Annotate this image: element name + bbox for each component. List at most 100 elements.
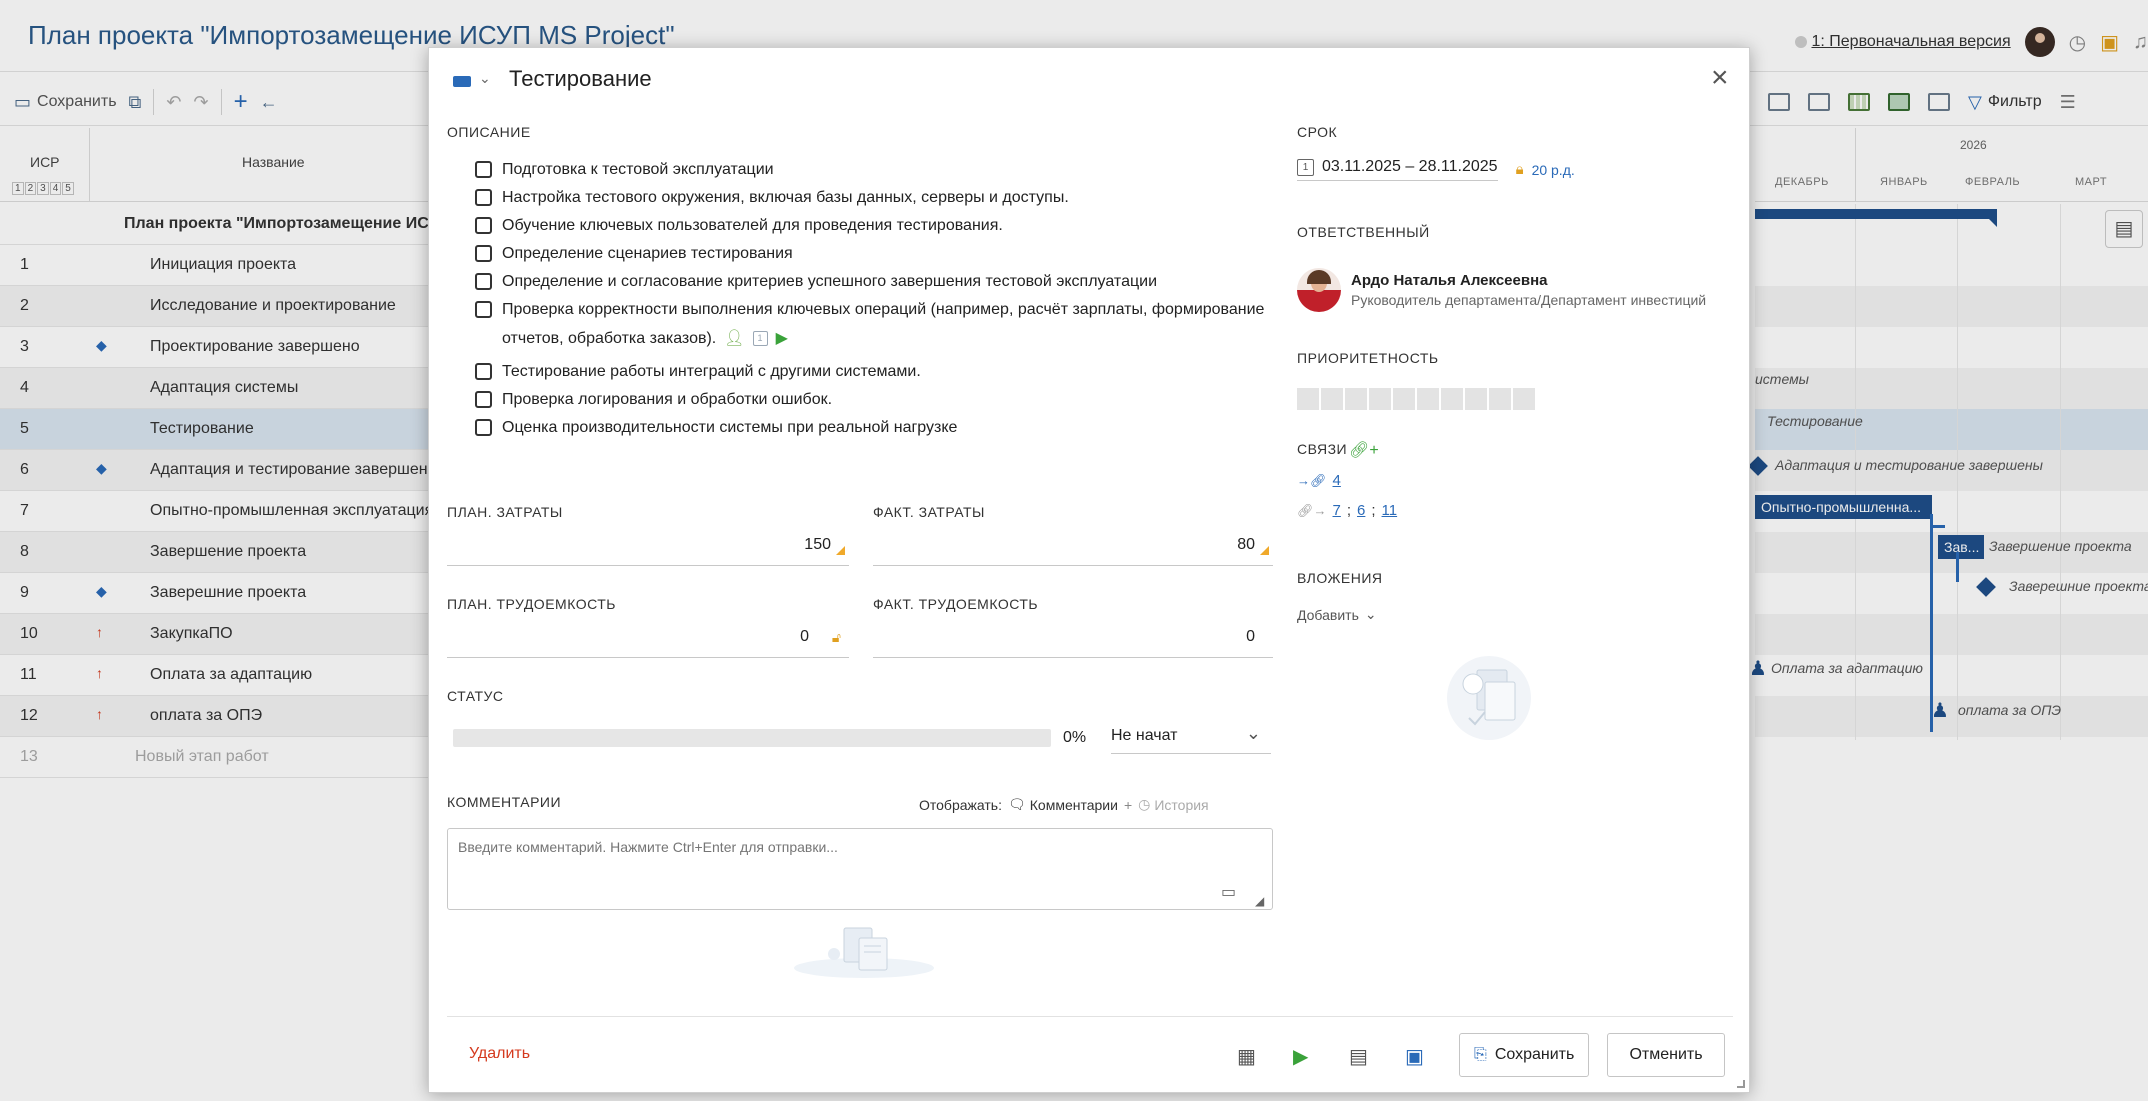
checklist-checkbox[interactable]: [475, 273, 492, 290]
checklist-checkbox[interactable]: [475, 391, 492, 409]
checklist-item-text[interactable]: Настройка тестового окружения, включая б…: [502, 188, 1275, 207]
checklist-checkbox[interactable]: [475, 161, 492, 178]
lock-icon[interactable]: 🔓︎: [832, 629, 841, 646]
checklist-item-label: Оценка производительности системы при ре…: [502, 419, 958, 437]
task-type-icon[interactable]: [453, 76, 471, 87]
priority-scale[interactable]: [1297, 388, 1535, 410]
priority-cell[interactable]: [1489, 388, 1511, 410]
priority-cell[interactable]: [1369, 388, 1391, 410]
linked-task-link[interactable]: 7: [1333, 502, 1341, 519]
linked-task-link[interactable]: 4: [1333, 472, 1341, 489]
linked-task-link[interactable]: 6: [1357, 502, 1365, 519]
checklist-item-text[interactable]: Проверка логирования и обработки ошибок.: [502, 390, 1275, 409]
checklist-item-label: Проверка корректности выполнения ключевы…: [502, 301, 1265, 347]
checklist-item-text[interactable]: Определение сценариев тестирования: [502, 244, 1275, 263]
schedule-icon[interactable]: ▦: [1237, 1044, 1256, 1069]
modal-resize-handle[interactable]: [1737, 1080, 1745, 1088]
save-icon[interactable]: ▣: [1405, 1044, 1424, 1069]
calendar-icon: 1: [1297, 158, 1314, 176]
add-attachment-button[interactable]: Добавить ⌄: [1297, 606, 1377, 623]
checklist-item-text[interactable]: Подготовка к тестовой эксплуатации: [502, 160, 1275, 179]
convert-to-task-icon[interactable]: ▶: [776, 324, 788, 353]
calendar-icon[interactable]: 1: [752, 331, 768, 347]
checklist-item-label: Определение и согласование критериев усп…: [502, 273, 1158, 290]
cancel-button[interactable]: Отменить: [1607, 1033, 1725, 1077]
play-icon[interactable]: ▶: [1293, 1044, 1308, 1069]
priority-cell[interactable]: [1321, 388, 1343, 410]
term-label: СРОК: [1297, 124, 1338, 140]
priority-cell[interactable]: [1297, 388, 1319, 410]
checklist-item: Определение и согласование критериев усп…: [475, 272, 1275, 291]
fact-labor-field[interactable]: 0: [873, 624, 1273, 658]
outgoing-link-icon: 🔗︎→: [1297, 502, 1327, 518]
date-range-field[interactable]: 1 03.11.2025 – 28.11.2025: [1297, 158, 1498, 181]
checklist-item-text[interactable]: Определение и согласование критериев усп…: [502, 272, 1275, 291]
checklist-item-text[interactable]: Тестирование работы интеграций с другими…: [502, 362, 1275, 381]
assign-user-icon[interactable]: 👤︎: [724, 324, 744, 353]
progress-bar[interactable]: [453, 729, 1051, 747]
priority-cell[interactable]: [1513, 388, 1535, 410]
edit-corner-icon: [1260, 546, 1269, 555]
modal-header: ⌄ Тестирование ×: [429, 48, 1751, 110]
duration-value[interactable]: 20 р.д.: [1532, 162, 1575, 178]
linked-task-link[interactable]: 11: [1382, 502, 1398, 519]
plan-labor-field[interactable]: 0 🔓︎: [447, 624, 849, 658]
comments-toggle-label: Комментарии: [1029, 796, 1118, 813]
attach-icon[interactable]: ▭: [1221, 882, 1236, 902]
priority-cell[interactable]: [1417, 388, 1439, 410]
checklist-item: Проверка логирования и обработки ошибок.: [475, 390, 1275, 409]
progress-percent: 0%: [1063, 729, 1087, 746]
incoming-link-icon: →🔗︎: [1297, 472, 1327, 488]
checklist-item-text[interactable]: Обучение ключевых пользователей для пров…: [502, 216, 1275, 235]
checklist-checkbox[interactable]: [475, 217, 492, 234]
description-label: ОПИСАНИЕ: [447, 124, 531, 140]
show-label: Отображать:: [919, 796, 1002, 813]
responsible-avatar[interactable]: [1297, 268, 1341, 312]
delete-button[interactable]: Удалить: [469, 1045, 530, 1063]
priority-cell[interactable]: [1441, 388, 1463, 410]
links-label: СВЯЗИ: [1297, 441, 1348, 457]
incoming-links: →🔗︎ 4: [1297, 472, 1341, 489]
checklist-checkbox[interactable]: [475, 245, 492, 262]
attachments-label: ВЛОЖЕНИЯ: [1297, 570, 1383, 586]
checklist-item-label: Подготовка к тестовой эксплуатации: [502, 161, 774, 178]
priority-cell[interactable]: [1393, 388, 1415, 410]
responsible-name[interactable]: Ардо Наталья Алексеевна: [1351, 272, 1547, 289]
responsible-role: Руководитель департамента/Департамент ин…: [1351, 292, 1707, 308]
checklist-checkbox[interactable]: [475, 301, 492, 318]
checklist-item-text[interactable]: Проверка корректности выполнения ключевы…: [502, 295, 1275, 353]
add-link-icon[interactable]: 🔗︎+: [1349, 440, 1379, 460]
lock-icon[interactable]: 🔒︎: [1516, 161, 1524, 178]
checklist-item: Оценка производительности системы при ре…: [475, 418, 1275, 437]
fact-cost-field[interactable]: 80: [873, 532, 1273, 566]
status-label: СТАТУС: [447, 688, 504, 704]
resize-handle-icon[interactable]: ◢: [1255, 894, 1264, 908]
priority-label: ПРИОРИТЕТНОСТЬ: [1297, 350, 1439, 366]
checklist-checkbox[interactable]: [475, 189, 492, 206]
date-range-value: 03.11.2025 – 28.11.2025: [1322, 158, 1498, 175]
close-icon[interactable]: ×: [1711, 63, 1729, 93]
modal-title[interactable]: Тестирование: [509, 66, 652, 92]
checklist-checkbox[interactable]: [475, 419, 492, 437]
chevron-down-icon[interactable]: ⌄: [479, 70, 491, 87]
checklist-item-text[interactable]: Оценка производительности системы при ре…: [502, 418, 1275, 437]
comment-input[interactable]: [447, 828, 1273, 910]
comments-toggle[interactable]: 🗨︎ Комментарии: [1008, 796, 1118, 813]
outgoing-links: 🔗︎→ 7; 6; 11: [1297, 502, 1397, 519]
plan-cost-field[interactable]: 150: [447, 532, 849, 566]
link-separator: ;: [1371, 502, 1376, 519]
chevron-down-icon: ⌄: [1245, 723, 1261, 743]
add-attachment-label: Добавить: [1297, 606, 1359, 623]
status-select[interactable]: Не начат ⌄: [1111, 718, 1271, 754]
link-separator: ;: [1346, 502, 1352, 519]
comment-icon: 🗨︎: [1007, 796, 1026, 812]
calendar-check-icon[interactable]: ▤: [1349, 1044, 1368, 1069]
history-icon: ◷: [1138, 796, 1151, 812]
priority-cell[interactable]: [1465, 388, 1487, 410]
checklist-checkbox[interactable]: [475, 363, 492, 381]
date-row: 1 03.11.2025 – 28.11.2025 🔒︎ 20 р.д.: [1297, 158, 1575, 181]
checklist-item: Тестирование работы интеграций с другими…: [475, 362, 1275, 381]
history-toggle[interactable]: ◷ История: [1138, 796, 1209, 813]
priority-cell[interactable]: [1345, 388, 1367, 410]
save-button[interactable]: ⎘ Сохранить: [1459, 1033, 1590, 1077]
